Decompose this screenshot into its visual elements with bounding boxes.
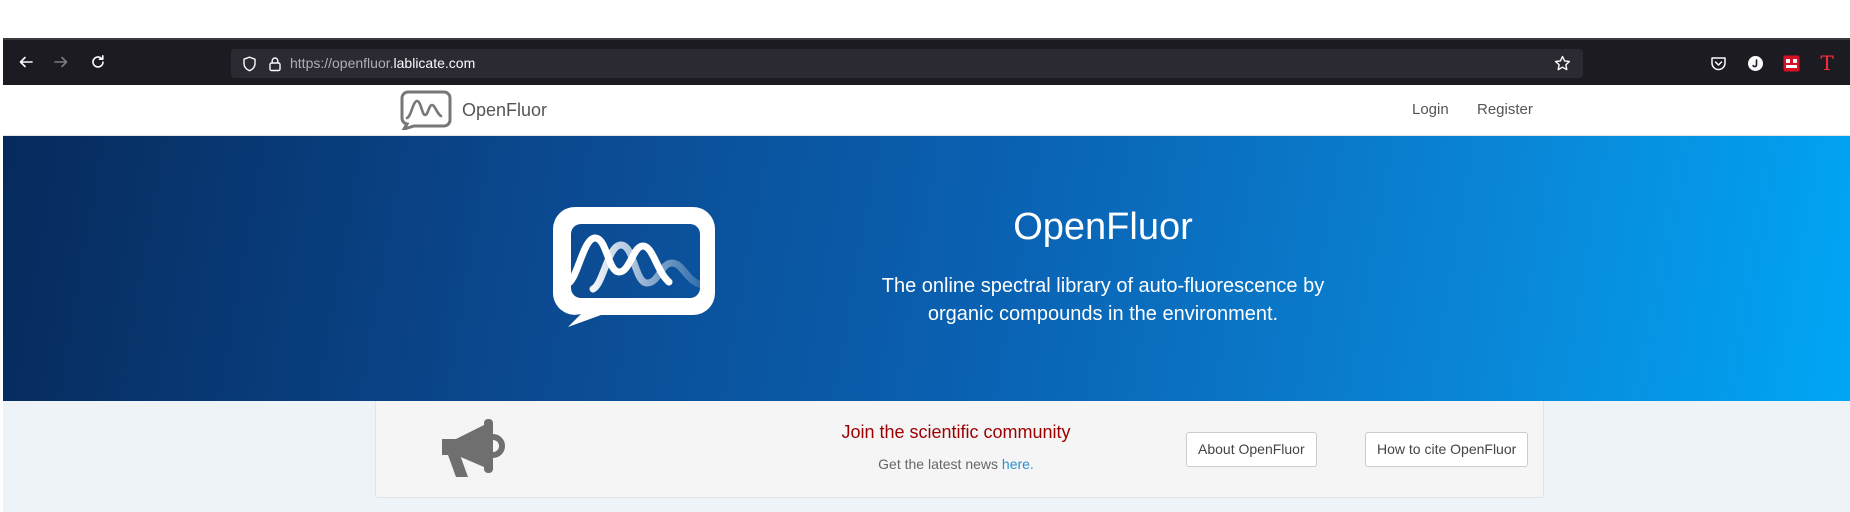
- brand-link[interactable]: OpenFluor: [400, 90, 547, 130]
- join-text: Get the latest news: [878, 456, 1002, 472]
- shield-icon[interactable]: [241, 55, 258, 72]
- browser-toolbar: https://openfluor.lablicate.com T: [3, 38, 1850, 85]
- community-panel: Join the scientific community Get the la…: [375, 401, 1544, 498]
- hero-subtitle: The online spectral library of auto-fluo…: [813, 272, 1393, 328]
- news-link[interactable]: here.: [1002, 456, 1034, 472]
- back-arrow-icon[interactable]: [15, 51, 37, 73]
- register-link[interactable]: Register: [1477, 101, 1533, 118]
- site-navbar: OpenFluor Login Register: [3, 85, 1850, 136]
- pocket-icon[interactable]: [1707, 52, 1729, 74]
- hero-title: OpenFluor: [1013, 206, 1193, 248]
- hero-subtitle-line1: The online spectral library of auto-fluo…: [881, 275, 1325, 297]
- page: https://openfluor.lablicate.com T OpenFl…: [0, 0, 1850, 512]
- extension-icon[interactable]: [1780, 52, 1802, 74]
- megaphone-icon: [442, 419, 505, 477]
- openfluor-logo-icon: [400, 90, 452, 130]
- hero-subtitle-line2: organic compounds in the environment.: [927, 303, 1279, 325]
- lock-icon[interactable]: [266, 55, 283, 72]
- url-host: lablicate.com: [393, 55, 476, 71]
- text-extension-icon[interactable]: T: [1816, 51, 1838, 75]
- star-bookmark-icon[interactable]: [1554, 55, 1571, 72]
- cite-button[interactable]: How to cite OpenFluor: [1365, 432, 1529, 467]
- hero-banner: OpenFluor The online spectral library of…: [3, 136, 1850, 401]
- forward-arrow-icon[interactable]: [50, 51, 72, 73]
- brand-name: OpenFluor: [462, 99, 548, 120]
- url-text[interactable]: https://openfluor.lablicate.com: [290, 55, 475, 72]
- url-bar[interactable]: https://openfluor.lablicate.com: [231, 49, 1583, 78]
- top-gap: [0, 0, 1850, 38]
- join-title: Join the scientific community: [841, 422, 1071, 442]
- reload-icon[interactable]: [87, 51, 109, 73]
- url-prefix: https://openfluor.: [290, 55, 394, 71]
- account-icon[interactable]: [1744, 52, 1766, 74]
- login-link[interactable]: Login: [1412, 101, 1449, 118]
- openfluor-hero-logo-icon: [553, 207, 715, 327]
- about-button[interactable]: About OpenFluor: [1186, 432, 1317, 467]
- join-subtitle: Get the latest news here.: [706, 456, 1206, 472]
